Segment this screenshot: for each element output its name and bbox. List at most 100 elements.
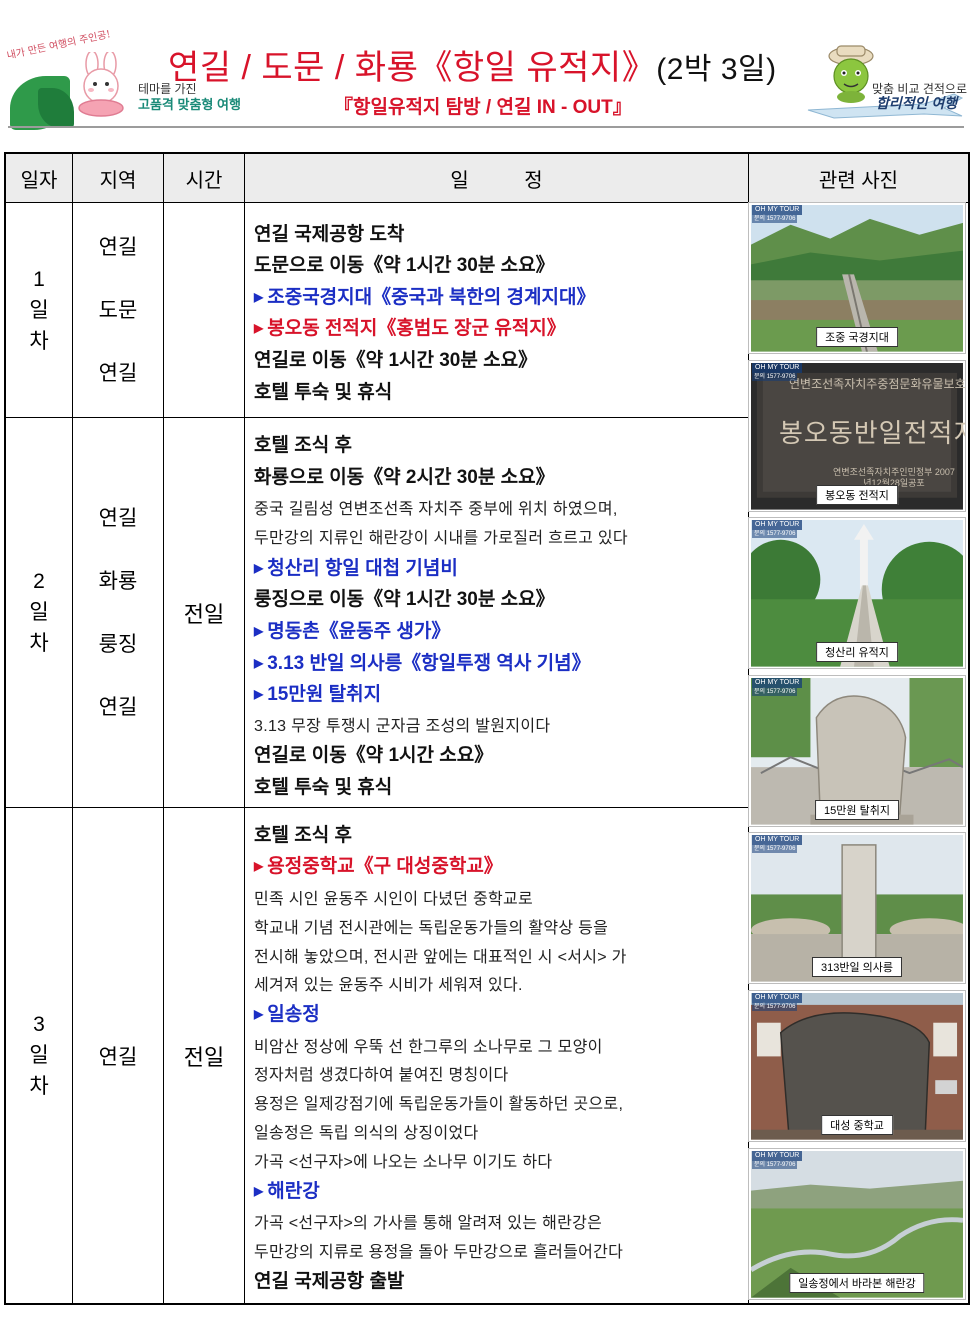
photo-150000-won-site: OH MY TOUR 문의 1577-9706 15만원 탈취지 bbox=[748, 675, 966, 827]
region-name: 연길 bbox=[98, 506, 138, 530]
day-1-label: 1 일 차 bbox=[6, 203, 72, 417]
day-number: 2 bbox=[33, 570, 45, 593]
day-3-regions: 연길 bbox=[73, 808, 163, 1303]
schedule-line: 룽징으로 이동《약 1시간 30분 소요》 bbox=[254, 589, 555, 610]
logo-tagline-bold: 합리적인 여행 bbox=[876, 95, 958, 111]
column-header-region: 지역 bbox=[73, 154, 163, 202]
monument-inscription: 봉오동반일전적지 bbox=[779, 419, 966, 449]
brand-watermark: OH MY TOUR bbox=[752, 678, 803, 688]
phone-watermark: 문의 1577-9706 bbox=[752, 215, 798, 223]
schedule-description: 민족 시인 윤동주 시인이 다녔던 중학교로 bbox=[254, 891, 534, 908]
schedule-line: 화룡으로 이동《약 2시간 30분 소요》 bbox=[254, 467, 555, 488]
schedule-description: 두만강의 지류로 용정을 돌아 두만강으로 흘러들어간다 bbox=[254, 1244, 624, 1261]
highlight-text: 해란강 bbox=[267, 1181, 320, 1202]
triangle-bullet-icon: ▶ bbox=[254, 687, 264, 701]
day-char: 차 bbox=[29, 1075, 49, 1098]
region-name: 도문 bbox=[98, 298, 138, 322]
schedule-highlight: ▶ 용정중학교《구 대성중학교》 bbox=[254, 851, 503, 878]
photo-313-tomb: OH MY TOUR 문의 1577-9706 313반일 의사릉 bbox=[748, 832, 966, 984]
triangle-bullet-icon: ▶ bbox=[254, 1184, 264, 1198]
schedule-description: 학교내 기념 전시관에는 독립운동가들의 활약상 등을 bbox=[254, 920, 609, 937]
schedule-description: 용정은 일제강점기에 독립운동가들이 활동하던 곳으로, bbox=[254, 1096, 624, 1113]
schedule-description: 가곡 <선구자>에 나오는 소나무 이기도 하다 bbox=[254, 1154, 553, 1171]
region-name: 연길 bbox=[98, 1045, 138, 1069]
triangle-bullet-icon: ▶ bbox=[254, 859, 264, 873]
schedule-description: 전시해 놓았으며, 전시관 앞에는 대표적인 시 <서시> 가 bbox=[254, 949, 627, 966]
schedule-description: 세겨져 있는 윤동주 시비가 세워져 있다. bbox=[254, 977, 523, 994]
brand-watermark: OH MY TOUR bbox=[752, 1151, 803, 1161]
day-2-regions: 연길 화룡 룽징 연길 bbox=[73, 418, 163, 807]
schedule-line: 연길 국제공항 도착 bbox=[254, 224, 405, 245]
phone-watermark: 문의 1577-9706 bbox=[752, 1161, 798, 1169]
day-3-label: 3 일 차 bbox=[6, 808, 72, 1303]
photo-caption: 봉오동 전적지 bbox=[816, 485, 898, 505]
day-number: 1 bbox=[33, 267, 45, 291]
highlight-text: 명동촌《윤동주 생가》 bbox=[267, 621, 451, 642]
triangle-bullet-icon: ▶ bbox=[254, 561, 264, 575]
highlight-text: 봉오동 전적지《홍범도 장군 유적지》 bbox=[267, 318, 566, 339]
schedule-description: 가곡 <선구자>의 가사를 통해 알려져 있는 해란강은 bbox=[254, 1215, 603, 1232]
day-3-schedule: 호텔 조식 후 ▶ 용정중학교《구 대성중학교》 민족 시인 윤동주 시인이 다녔… bbox=[246, 808, 746, 1303]
page-title: 연길 / 도문 / 화룡《항일 유적지》(2박 3일) bbox=[168, 40, 777, 89]
brand-watermark: OH MY TOUR bbox=[752, 205, 803, 215]
page-subtitle: 『항일유적지 탐방 / 연길 IN - OUT』 bbox=[334, 97, 632, 118]
triangle-bullet-icon: ▶ bbox=[254, 290, 264, 304]
frog-mascot-icon bbox=[828, 45, 874, 103]
schedule-highlight: ▶ 명동촌《윤동주 생가》 bbox=[254, 616, 450, 643]
day-1-time bbox=[164, 203, 244, 417]
day-2-time: 전일 bbox=[183, 601, 225, 627]
triangle-bullet-icon: ▶ bbox=[254, 656, 264, 670]
document-header: 내가 만든 여행의 주인공! 테마를 가진 고품격 맞춤형 여행 연길 / 도문… bbox=[0, 0, 972, 150]
phone-watermark: 문의 1577-9706 bbox=[752, 688, 798, 696]
schedule-line: 도문으로 이동《약 1시간 30분 소요》 bbox=[254, 255, 555, 276]
highlight-text: 용정중학교《구 대성중학교》 bbox=[267, 856, 503, 877]
schedule-line: 호텔 조식 후 bbox=[254, 435, 352, 456]
phone-watermark: 문의 1577-9706 bbox=[752, 373, 798, 381]
title-duration: (2박 3일) bbox=[656, 53, 777, 86]
region-name: 연길 bbox=[98, 361, 138, 385]
schedule-line: 호텔 투숙 및 휴식 bbox=[254, 382, 393, 403]
photo-caption: 15만원 탈취지 bbox=[815, 800, 899, 820]
logo-tagline-bold: 고품격 맞춤형 여행 bbox=[138, 97, 241, 112]
day-char: 일 bbox=[29, 601, 49, 624]
schedule-description: 중국 길림성 연변조선족 자치주 중부에 위치 하였으며, bbox=[254, 501, 618, 518]
schedule-line: 연길로 이동《약 1시간 30분 소요》 bbox=[254, 350, 538, 371]
photo-caption: 313반일 의사릉 bbox=[811, 957, 903, 977]
triangle-bullet-icon: ▶ bbox=[254, 1007, 264, 1021]
brand-watermark: OH MY TOUR bbox=[752, 363, 803, 373]
column-header-photos: 관련 사진 bbox=[749, 154, 968, 202]
schedule-line: 호텔 조식 후 bbox=[254, 825, 352, 846]
brand-watermark: OH MY TOUR bbox=[752, 835, 803, 845]
brand-watermark: OH MY TOUR bbox=[752, 993, 803, 1003]
triangle-bullet-icon: ▶ bbox=[254, 624, 264, 638]
region-name: 룽징 bbox=[98, 632, 138, 656]
day-number: 3 bbox=[33, 1013, 45, 1036]
schedule-highlight: ▶ 일송정 bbox=[254, 999, 320, 1026]
title-main: 연길 / 도문 / 화룡《항일 유적지》 bbox=[168, 49, 657, 87]
region-name: 연길 bbox=[98, 695, 138, 719]
schedule-description: 정자처럼 생겼다하여 붙여진 명칭이다 bbox=[254, 1067, 509, 1084]
highlight-text: 청산리 항일 대첩 기념비 bbox=[267, 558, 458, 579]
day-3-time: 전일 bbox=[183, 1044, 225, 1070]
schedule-line: 호텔 투숙 및 휴식 bbox=[254, 777, 393, 798]
schedule-line: 연길로 이동《약 1시간 소요》 bbox=[254, 745, 494, 766]
day-2-schedule: 호텔 조식 후 화룡으로 이동《약 2시간 30분 소요》 중국 길림성 연변조… bbox=[246, 418, 746, 807]
triangle-bullet-icon: ▶ bbox=[254, 321, 264, 335]
day-char: 일 bbox=[29, 298, 49, 322]
column-header-schedule: 일 정 bbox=[245, 154, 748, 202]
highlight-text: 15만원 탈취지 bbox=[267, 684, 382, 705]
header-divider bbox=[8, 126, 964, 128]
photo-daeseong-school: OH MY TOUR 문의 1577-9706 대성 중학교 bbox=[748, 990, 966, 1142]
schedule-description: 두만강의 지류인 해란강이 시내를 가로질러 흐르고 있다 bbox=[254, 530, 628, 547]
day-char: 차 bbox=[29, 329, 49, 353]
region-name: 화룡 bbox=[98, 569, 138, 593]
schedule-highlight: ▶ 해란강 bbox=[254, 1176, 320, 1203]
photo-border-area: OH MY TOUR 문의 1577-9706 조중 국경지대 bbox=[748, 202, 966, 354]
day-char: 일 bbox=[29, 1044, 49, 1067]
highlight-text: 조중국경지대《중국과 북한의 경계지대》 bbox=[267, 287, 596, 308]
schedule-description: 일송정은 독립 의식의 상징이었다 bbox=[254, 1125, 479, 1142]
right-brand-logo: 맞춤 비교 견적으로 합리적인 여행 bbox=[780, 36, 970, 126]
highlight-text: 3.13 반일 의사릉《항일투쟁 역사 기념》 bbox=[267, 653, 591, 674]
photo-caption: 조중 국경지대 bbox=[816, 327, 898, 347]
schedule-highlight: ▶ 15만원 탈취지 bbox=[254, 679, 381, 706]
